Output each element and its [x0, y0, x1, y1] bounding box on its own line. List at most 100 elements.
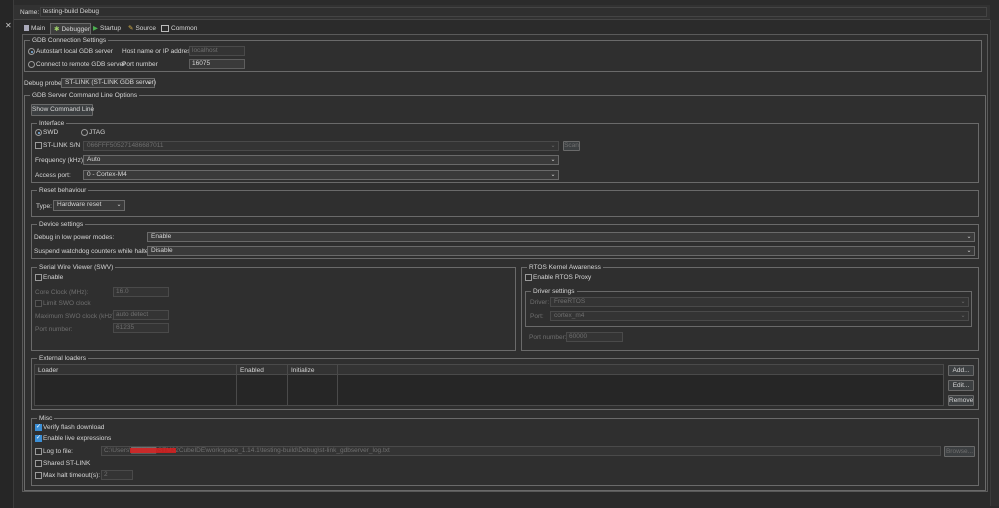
column-header-enabled[interactable]: Enabled	[240, 366, 264, 375]
rtos-port-number-label: Port number:	[529, 334, 567, 341]
live-expressions-label: Enable live expressions	[43, 435, 112, 442]
tab-common-label: Common	[171, 25, 198, 32]
probe-label: Debug probe:	[24, 80, 64, 87]
stlink-sn-select[interactable]: 066FFF505271486687011 ⌄	[83, 141, 559, 151]
log-to-file-label: Log to file:	[43, 448, 73, 455]
tab-main-label: Main	[31, 25, 46, 32]
swv-enable-label: Enable	[43, 274, 64, 281]
driver-label: Driver:	[530, 299, 550, 306]
reset-type-value: Hardware reset	[57, 201, 102, 208]
chevron-down-icon: ⌄	[550, 157, 556, 163]
core-clock-input[interactable]: 16.0	[113, 287, 169, 297]
lowpower-select[interactable]: Enable ⌄	[147, 232, 975, 242]
add-loader-button[interactable]: Add...	[948, 365, 974, 376]
name-input[interactable]: testing-build Debug	[40, 7, 987, 17]
frequency-value: Auto	[87, 156, 101, 163]
probe-select[interactable]: ST-LINK (ST-LINK GDB server) ⌄	[61, 78, 157, 88]
access-port-value: 0 - Cortex-M4	[87, 171, 127, 178]
chevron-down-icon: ⌄	[960, 299, 966, 305]
tab-source[interactable]: ✎ Source	[128, 23, 156, 34]
rtos-enable-checkbox[interactable]	[525, 274, 532, 281]
swd-radio[interactable]	[35, 129, 42, 136]
source-icon: ✎	[128, 25, 134, 32]
driver-settings-title: Driver settings	[531, 287, 577, 296]
tab-startup[interactable]: ▶ Startup	[93, 23, 121, 34]
reset-title: Reset behaviour	[37, 186, 89, 195]
rtos-port-number-input[interactable]: 60000	[566, 332, 623, 342]
max-swo-label: Maximum SWO clock (kHz):	[35, 313, 117, 320]
frequency-select[interactable]: Auto ⌄	[83, 155, 559, 165]
max-halt-checkbox[interactable]	[35, 472, 42, 479]
jtag-radio[interactable]	[81, 129, 88, 136]
scan-button[interactable]: Scan	[563, 141, 580, 151]
host-input[interactable]: localhost	[189, 46, 245, 56]
main-tab-icon	[24, 25, 29, 32]
watchdog-value: Disable	[151, 247, 173, 254]
tab-startup-label: Startup	[100, 25, 121, 32]
reset-type-select[interactable]: Hardware reset ⌄	[53, 200, 125, 211]
shared-stlink-label: Shared ST-LINK	[43, 460, 91, 467]
lowpower-label: Debug in low power modes:	[34, 234, 115, 241]
watchdog-select[interactable]: Disable ⌄	[147, 246, 975, 256]
name-label: Name:	[20, 9, 40, 16]
host-label: Host name or IP address	[122, 48, 194, 55]
chevron-down-icon: ⌄	[960, 313, 966, 319]
tab-main[interactable]: Main	[24, 23, 45, 34]
common-icon	[161, 24, 169, 32]
reset-type-label: Type:	[36, 203, 52, 210]
edit-loader-button[interactable]: Edit...	[948, 380, 974, 391]
core-clock-label: Core Clock (MHz):	[35, 289, 89, 296]
browse-button[interactable]: Browse...	[944, 446, 975, 457]
misc-title: Misc	[37, 414, 55, 423]
tab-debugger[interactable]: ✱ Debugger	[50, 23, 91, 34]
log-file-input[interactable]: C:\Users\▇▇▇▇▇\STM32CubeIDE\workspace_1.…	[101, 446, 941, 456]
driver-select[interactable]: FreeRTOS ⌄	[550, 297, 969, 307]
close-icon[interactable]: ✕	[5, 21, 12, 30]
verify-flash-checkbox[interactable]	[35, 423, 42, 431]
device-settings-title: Device settings	[37, 220, 86, 229]
live-expressions-checkbox[interactable]	[35, 434, 42, 442]
chevron-down-icon: ⌄	[550, 143, 556, 149]
remote-label: Connect to remote GDB server	[36, 61, 126, 68]
rtos-port-label: Port:	[530, 313, 544, 320]
right-scroll-track[interactable]	[990, 20, 999, 506]
column-divider	[287, 365, 288, 405]
tab-common[interactable]: Common	[161, 23, 197, 34]
log-to-file-checkbox[interactable]	[35, 448, 42, 455]
remote-radio[interactable]	[28, 61, 35, 68]
rtos-port-select[interactable]: cortex_m4 ⌄	[550, 311, 969, 321]
limit-swo-checkbox[interactable]	[35, 300, 42, 307]
autostart-radio[interactable]	[28, 48, 35, 55]
chevron-down-icon: ⌄	[966, 248, 972, 254]
driver-value: FreeRTOS	[554, 298, 586, 305]
max-swo-input[interactable]: auto detect	[113, 310, 169, 320]
interface-title: Interface	[37, 119, 67, 128]
reset-group: Reset behaviour	[31, 186, 979, 217]
port-label: Port number	[122, 61, 158, 68]
server-options-title: GDB Server Command Line Options	[30, 91, 140, 100]
column-divider	[337, 365, 338, 405]
chevron-down-icon: ⌄	[146, 80, 152, 86]
left-gutter	[0, 0, 14, 508]
probe-value: ST-LINK (ST-LINK GDB server)	[65, 79, 157, 86]
gdb-connection-group: GDB Connection Settings	[24, 36, 982, 72]
frequency-label: Frequency (kHz):	[35, 157, 85, 164]
column-divider	[236, 365, 237, 405]
swv-group: Serial Wire Viewer (SWV)	[31, 263, 516, 351]
max-halt-input[interactable]: 2	[101, 470, 133, 480]
rtos-enable-label: Enable RTOS Proxy	[533, 274, 592, 281]
stlink-sn-checkbox[interactable]	[35, 142, 42, 149]
column-header-loader[interactable]: Loader	[38, 366, 58, 375]
swv-title: Serial Wire Viewer (SWV)	[37, 263, 116, 272]
remove-loader-button[interactable]: Remove	[948, 395, 974, 406]
stlink-sn-label: ST-LINK S/N	[43, 142, 81, 149]
port-input[interactable]: 16075	[189, 59, 245, 69]
access-port-label: Access port:	[35, 172, 71, 179]
show-command-line-button[interactable]: Show Command Line	[31, 104, 94, 116]
column-header-initialize[interactable]: Initialize	[291, 366, 314, 375]
access-port-select[interactable]: 0 - Cortex-M4 ⌄	[83, 170, 559, 180]
stlink-sn-value: 066FFF505271486687011	[87, 142, 164, 149]
shared-stlink-checkbox[interactable]	[35, 460, 42, 467]
swv-port-input[interactable]: 61235	[113, 323, 169, 333]
swv-enable-checkbox[interactable]	[35, 274, 42, 281]
